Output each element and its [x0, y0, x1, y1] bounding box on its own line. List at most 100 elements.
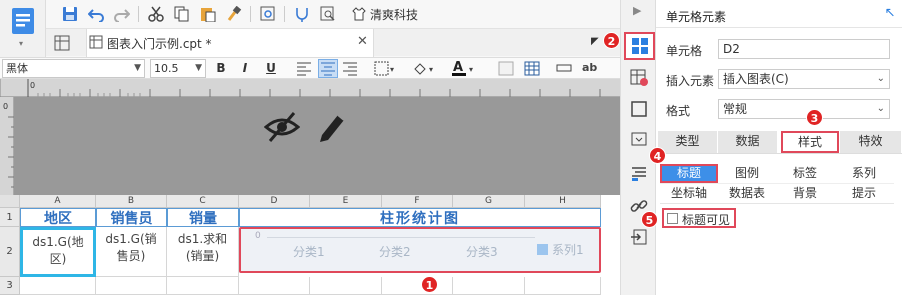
cell-element-tab[interactable] [624, 32, 655, 60]
merge-icon[interactable] [556, 62, 572, 77]
tab-style[interactable]: 样式 [781, 131, 839, 153]
subtab-datasheet[interactable]: 数据表 [718, 184, 776, 203]
cell-b1[interactable]: 销售员 [96, 208, 167, 227]
subtab-background[interactable]: 背景 [776, 184, 834, 203]
tab-report[interactable]: 图表入门示例.cpt * ✕ [86, 29, 374, 57]
cell-d3[interactable] [239, 277, 310, 295]
cell-property-icon[interactable] [628, 66, 650, 88]
redo-icon[interactable] [112, 4, 132, 24]
bold-button[interactable]: B [212, 60, 230, 77]
tab-type[interactable]: 类型 [658, 131, 718, 153]
row-header[interactable]: 1 [0, 208, 20, 227]
column-header[interactable]: D [239, 195, 310, 208]
cell-b2[interactable]: ds1.G(销售员) [96, 227, 167, 277]
cell-a3[interactable] [20, 277, 96, 295]
subtab-tooltip[interactable]: 提示 [834, 184, 894, 203]
text-wrap-icon[interactable]: ab [582, 61, 597, 74]
collapse-icon[interactable]: ↙ [882, 7, 897, 18]
eye-hidden-icon[interactable] [264, 111, 300, 143]
chevron-down-icon[interactable]: ▼ [195, 60, 202, 77]
tab-menu-icon[interactable]: ◤ [591, 36, 599, 47]
column-header[interactable]: E [310, 195, 382, 208]
report-file-icon [89, 35, 103, 49]
font-size-select[interactable]: 10.5 ▼ [150, 59, 206, 78]
cell-input[interactable]: D2 [718, 39, 890, 59]
row-header[interactable]: 3 [0, 277, 20, 295]
panel-switcher: ▶ [620, 0, 656, 295]
cell-value: D2 [723, 42, 740, 56]
title-visible-checkbox[interactable] [667, 213, 678, 224]
subtab-series[interactable]: 系列 [834, 164, 894, 183]
cell-d1[interactable]: 柱形统计图 [239, 208, 601, 227]
title-visible-option[interactable]: 标题可见 [662, 208, 736, 228]
condition-icon[interactable] [628, 162, 650, 184]
italic-button[interactable]: I [236, 60, 254, 77]
search-report-icon[interactable] [318, 4, 338, 24]
copy-icon[interactable] [172, 4, 192, 24]
pencil-icon[interactable] [316, 109, 348, 143]
font-color-icon[interactable]: A ▾ [451, 60, 477, 80]
plugin-icon[interactable] [292, 4, 312, 24]
tab-title: 图表入门示例.cpt * [107, 37, 212, 51]
chevron-right-icon[interactable]: ▶ [633, 4, 641, 17]
chevron-down-icon[interactable]: ⌄ [877, 100, 885, 118]
undo-icon[interactable] [86, 4, 106, 24]
app-logo-icon[interactable] [10, 6, 36, 36]
column-header[interactable]: G [453, 195, 525, 208]
cell-style-icon[interactable] [498, 61, 514, 79]
cell-h3[interactable] [525, 277, 601, 295]
table-icon[interactable] [524, 61, 540, 79]
cell-b3[interactable] [96, 277, 167, 295]
preview-icon[interactable] [258, 4, 278, 24]
chevron-down-icon[interactable]: ⌄ [877, 70, 885, 88]
data-input-icon[interactable] [628, 226, 650, 248]
svg-text:0: 0 [30, 81, 35, 90]
tab-effect[interactable]: 特效 [840, 131, 902, 153]
subtab-title[interactable]: 标题 [660, 164, 718, 183]
chevron-down-icon[interactable]: ▾ [19, 39, 23, 48]
cell-c2[interactable]: ds1.求和(销量) [167, 227, 239, 277]
cell-f3[interactable] [382, 277, 453, 295]
tab-data[interactable]: 数据 [718, 131, 778, 153]
column-header[interactable]: F [382, 195, 453, 208]
grid-view-icon[interactable] [54, 35, 70, 54]
cell-a2[interactable]: ds1.G(地区) [20, 227, 96, 277]
vertical-ruler: 0 [0, 97, 14, 195]
chevron-down-icon[interactable]: ▼ [134, 60, 141, 77]
font-name-select[interactable]: 黑体 ▼ [2, 59, 145, 78]
column-header[interactable]: B [96, 195, 167, 208]
cut-icon[interactable] [146, 4, 166, 24]
cell-label: 单元格 [666, 44, 703, 58]
save-icon[interactable] [60, 4, 80, 24]
cell-c1[interactable]: 销量 [167, 208, 239, 227]
dropdown-widget-icon[interactable] [628, 128, 650, 150]
cell-e3[interactable] [310, 277, 382, 295]
column-header[interactable]: H [525, 195, 601, 208]
format-value: 常规 [723, 102, 748, 116]
align-right-icon[interactable] [342, 61, 358, 79]
widget-icon[interactable] [628, 98, 650, 120]
column-header[interactable]: A [20, 195, 96, 208]
chart-cell-d2[interactable]: 0 分类1 分类2 分类3 系列1 [239, 227, 601, 273]
subtab-legend[interactable]: 图例 [718, 164, 776, 183]
format-brush-icon[interactable] [224, 4, 244, 24]
cell-a1[interactable]: 地区 [20, 208, 96, 227]
align-left-icon[interactable] [296, 61, 312, 79]
format-select[interactable]: 常规 ⌄ [718, 99, 890, 119]
column-header[interactable]: C [167, 195, 239, 208]
app-menu[interactable]: ▾ [0, 0, 46, 57]
close-icon[interactable]: ✕ [357, 34, 368, 49]
border-icon[interactable]: ▾ [374, 61, 396, 79]
brand-button[interactable]: 清爽科技 [352, 6, 418, 22]
cell-g3[interactable] [453, 277, 525, 295]
subtab-label[interactable]: 标签 [776, 164, 834, 183]
underline-button[interactable]: U [262, 60, 280, 77]
cell-c3[interactable] [167, 277, 239, 295]
paste-icon[interactable] [198, 4, 218, 24]
subtab-axis[interactable]: 坐标轴 [660, 184, 718, 203]
fill-color-icon[interactable]: ▾ [412, 61, 436, 79]
align-center-icon[interactable] [318, 59, 338, 78]
insert-element-select[interactable]: 插入图表(C) ⌄ [718, 69, 890, 89]
row-header[interactable]: 2 [0, 227, 20, 277]
corner-cell[interactable] [0, 195, 20, 208]
